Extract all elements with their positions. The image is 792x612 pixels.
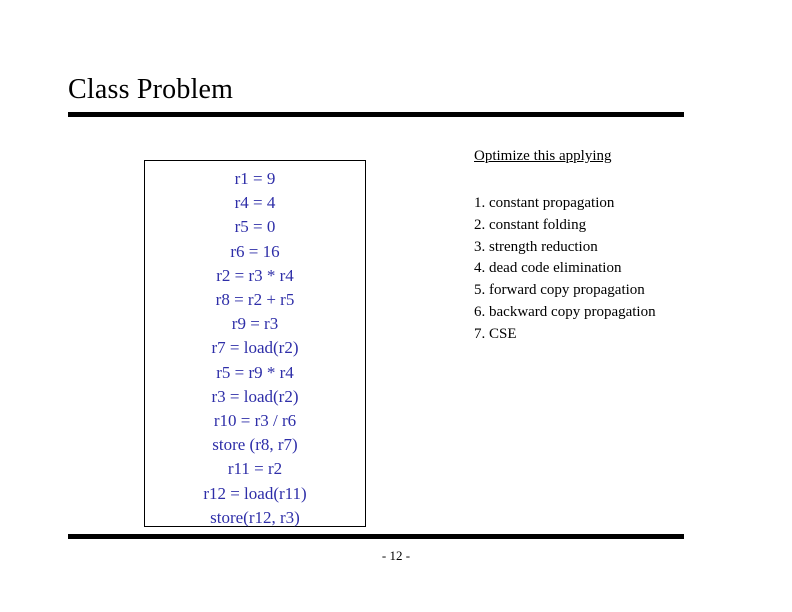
list-item: 2. constant folding <box>474 216 587 233</box>
slide: Class Problem r1 = 9 r4 = 4 r5 = 0 r6 = … <box>0 0 792 612</box>
list-item: 1. constant propagation <box>474 195 615 211</box>
code-line: r7 = load(r2) <box>211 338 299 358</box>
code-line: r8 = r2 + r5 <box>215 290 295 310</box>
code-line: r5 = 0 <box>234 217 276 237</box>
list-item: 3. strength reduction <box>474 238 598 255</box>
code-line: r3 = load(r2) <box>211 386 299 406</box>
code-line: r12 = load(r11) <box>203 483 307 503</box>
list-item: 5. forward copy propagation <box>474 282 645 299</box>
code-line: r6 = 16 <box>230 241 280 261</box>
code-line: store (r8, r7) <box>212 435 298 455</box>
instructions-heading: Optimize this applying <box>474 148 612 164</box>
page-title: Class Problem <box>68 74 234 105</box>
title-divider <box>68 112 684 117</box>
code-block: r1 = 9 r4 = 4 r5 = 0 r6 = 16 r2 = r3 * r… <box>144 160 366 527</box>
page-number: - 12 - <box>381 548 411 563</box>
instructions-panel: Optimize this applying 1. constant propa… <box>474 148 734 346</box>
footer-divider <box>68 534 684 539</box>
code-line: store(r12, r3) <box>210 507 300 527</box>
list-item: 7. CSE <box>474 325 517 342</box>
list-item: 6. backward copy propagation <box>474 303 656 320</box>
code-line: r11 = r2 <box>227 459 283 479</box>
code-line: r2 = r3 * r4 <box>216 265 294 285</box>
code-line: r10 = r3 / r6 <box>213 411 297 431</box>
code-line: r9 = r3 <box>231 314 279 334</box>
code-line: r5 = r9 * r4 <box>216 362 294 382</box>
optimization-list: 1. constant propagation 2. constant fold… <box>474 193 734 346</box>
code-line: r4 = 4 <box>234 193 276 213</box>
list-item: 4. dead code elimination <box>474 260 622 277</box>
code-line: r1 = 9 <box>234 169 276 188</box>
